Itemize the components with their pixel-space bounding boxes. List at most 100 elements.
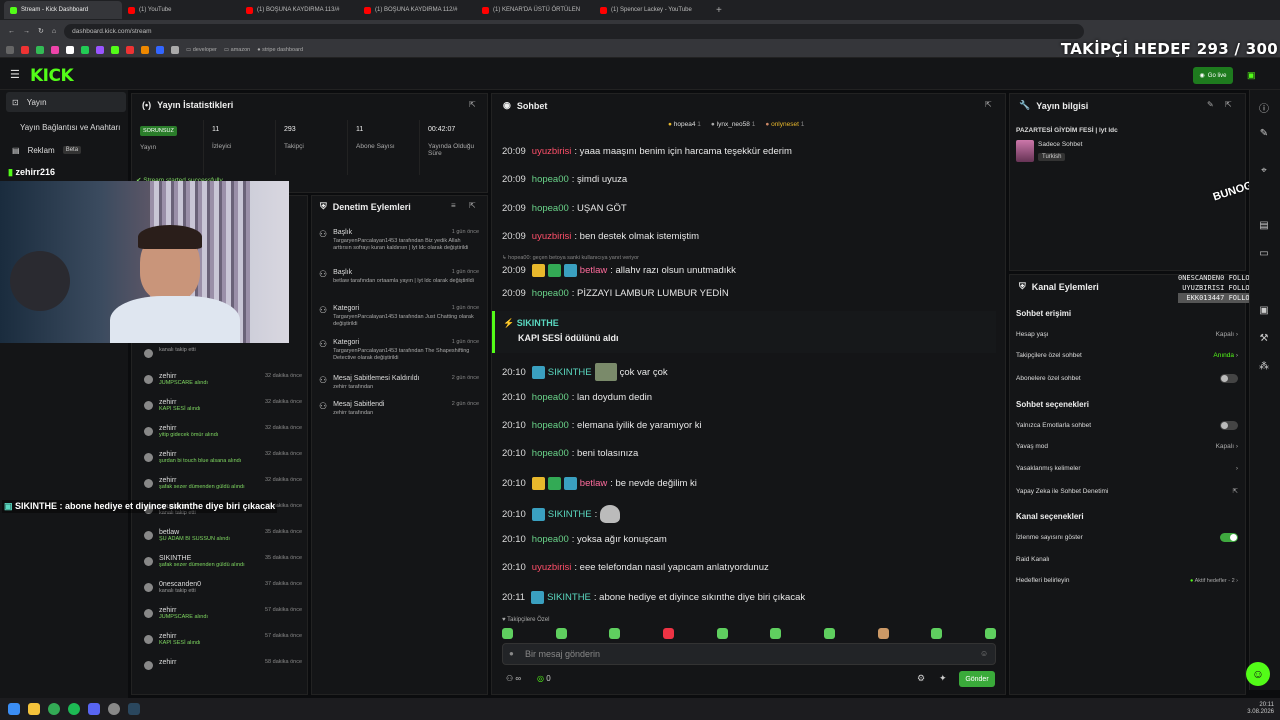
new-tab-icon[interactable]: + <box>716 5 722 16</box>
bookmark-folder-developer[interactable]: ▭ developer <box>186 47 217 53</box>
support-chat-icon[interactable]: ☺ <box>1246 662 1270 686</box>
chat-username[interactable]: hopea00 <box>532 203 569 214</box>
target-icon[interactable]: ⌖ <box>1257 165 1271 179</box>
steam-icon[interactable] <box>128 703 140 715</box>
forward-icon[interactable]: → <box>23 28 30 35</box>
activity-user[interactable]: zehirr <box>159 373 259 380</box>
top-chatter[interactable]: ● lynx_neo58 1 <box>711 121 755 128</box>
emote-icon[interactable] <box>555 628 567 639</box>
chat-username[interactable]: hopea00 <box>532 288 569 299</box>
obs-icon[interactable] <box>108 703 120 715</box>
show-viewers-toggle[interactable] <box>1220 533 1238 542</box>
emote-icon[interactable] <box>931 628 943 639</box>
activity-user[interactable]: zehirr <box>159 659 259 666</box>
go-live-button[interactable]: ◉ Go live <box>1193 67 1233 84</box>
start-icon[interactable] <box>8 703 20 715</box>
lock-icon[interactable]: ▣ <box>1257 305 1271 319</box>
reload-icon[interactable]: ↻ <box>38 27 44 35</box>
home-icon[interactable]: ⌂ <box>52 28 56 35</box>
bookmark-icon[interactable] <box>141 45 149 54</box>
chat-username[interactable]: SIKINTHE <box>548 509 592 520</box>
emote-icon[interactable] <box>877 628 889 639</box>
bookmark-icon[interactable] <box>66 45 74 54</box>
popout-icon[interactable]: ⇱ <box>469 100 476 109</box>
info-icon[interactable]: ⓘ <box>1257 100 1271 115</box>
sidebar-item-stream-key[interactable]: Yayın Bağlantısı ve Anahtarı <box>6 117 126 137</box>
back-icon[interactable]: ← <box>8 28 15 35</box>
emote-icon[interactable] <box>662 628 674 639</box>
activity-user[interactable]: zehirr <box>159 451 259 458</box>
sidebar-item-stream[interactable]: ⊡ Yayın <box>6 92 126 112</box>
bookmark-icon[interactable] <box>21 45 29 54</box>
settings-icon[interactable]: ⚙ <box>917 673 925 684</box>
popout-icon[interactable]: ⇱ <box>1225 100 1232 109</box>
edit-icon[interactable]: ✎ <box>1257 128 1271 142</box>
chat-input[interactable]: Bir mesaj gönderin <box>502 643 996 665</box>
bookmark-icon[interactable] <box>111 45 119 54</box>
tab-youtube[interactable]: (1) YouTube <box>122 1 240 19</box>
account-age-setting[interactable]: Hesap yaşı Kapalı › <box>1016 331 1238 338</box>
tab-youtube-3[interactable]: (1) BOŞUNA KAYDIRMA 112/# <box>358 1 476 19</box>
apps-icon[interactable] <box>6 45 14 54</box>
activity-user[interactable]: zehirr <box>159 399 259 406</box>
emote-icon[interactable] <box>609 628 621 639</box>
banned-words-setting[interactable]: Yasaklanmış kelimeler › <box>1016 465 1238 472</box>
spotify-icon[interactable] <box>68 703 80 715</box>
wrench-icon[interactable]: ⚒ <box>1257 333 1271 347</box>
discord-icon[interactable] <box>88 703 100 715</box>
goals-setting[interactable]: Hedefleri belirleyin ● Aktif hedefler - 2… <box>1016 577 1238 584</box>
dashboard-icon[interactable]: ▣ <box>1247 70 1256 81</box>
chat-username[interactable]: uyuzbirisi <box>532 562 572 573</box>
chat-username[interactable]: betlaw <box>580 265 607 276</box>
emote-icon[interactable] <box>770 628 782 639</box>
tab-youtube-5[interactable]: (1) Spencer Lackey - YouTube <box>594 1 712 19</box>
emoji-picker-icon[interactable]: ☺ <box>980 649 988 658</box>
chat-username[interactable]: betlaw <box>580 478 607 489</box>
nodes-icon[interactable]: ⁂ <box>1257 361 1271 375</box>
url-input[interactable]: dashboard.kick.com/stream <box>64 23 1085 39</box>
note-icon[interactable]: ▤ <box>1257 220 1271 234</box>
activity-user[interactable]: zehirr <box>159 477 259 484</box>
chat-username[interactable]: uyuzbirisi <box>532 146 572 157</box>
chat-username[interactable]: hopea00 <box>532 420 569 431</box>
sidebar-item-ads[interactable]: ▤ Reklam Beta <box>6 140 126 160</box>
edit-icon[interactable]: ✎ <box>1207 100 1214 109</box>
bookmark-folder-amazon[interactable]: ▭ amazon <box>224 47 250 53</box>
popout-icon[interactable]: ⇱ <box>985 100 992 109</box>
subs-chat-toggle[interactable] <box>1220 374 1238 383</box>
bookmark-icon[interactable] <box>36 45 44 54</box>
emote-icon[interactable] <box>502 628 513 639</box>
chat-username[interactable]: hopea00 <box>532 534 569 545</box>
emote-icon[interactable] <box>984 628 996 639</box>
activity-user[interactable]: SIKINTHE <box>159 555 259 562</box>
bookmark-icon[interactable] <box>51 45 59 54</box>
activity-user[interactable]: zehirr <box>159 425 259 432</box>
chrome-icon[interactable] <box>48 703 60 715</box>
bookmark-icon[interactable] <box>171 45 179 54</box>
chat-username[interactable]: hopea00 <box>532 392 569 403</box>
tab-youtube-4[interactable]: (1) KENAR'DA ÜSTÜ ÖRTÜLEN <box>476 1 594 19</box>
top-chatter[interactable]: ● onlyneset 1 <box>765 121 804 128</box>
explorer-icon[interactable] <box>28 703 40 715</box>
activity-user[interactable]: 0nescanden0 <box>159 581 259 588</box>
kick-logo[interactable]: KICK <box>30 66 74 86</box>
bookmark-icon[interactable] <box>81 45 89 54</box>
popout-icon[interactable]: ⇱ <box>469 201 476 210</box>
send-button[interactable]: Gönder <box>959 671 995 687</box>
tab-kick-dashboard[interactable]: Stream - Kick Dashboard <box>4 1 122 19</box>
emote-icon[interactable] <box>823 628 835 639</box>
activity-user[interactable]: zehirr <box>159 607 259 614</box>
chat-username[interactable]: hopea00 <box>532 174 569 185</box>
system-clock[interactable]: 20:11 3.08.2026 <box>1247 702 1280 716</box>
filter-icon[interactable]: ≡ <box>451 201 456 210</box>
bookmark-icon[interactable] <box>126 45 134 54</box>
bookmark-stripe[interactable]: ● stripe dashboard <box>257 47 303 53</box>
followers-chat-setting[interactable]: Takipçilere özel sohbet Anında › <box>1016 352 1238 359</box>
raid-setting[interactable]: Raid Kanalı <box>1016 556 1238 563</box>
top-chatter[interactable]: ● hopea4 1 <box>668 121 701 128</box>
mod-tools-icon[interactable]: ✦ <box>939 673 947 684</box>
chat-icon[interactable]: ▭ <box>1257 248 1271 262</box>
menu-icon[interactable]: ☰ <box>10 68 20 81</box>
tab-youtube-2[interactable]: (1) BOŞUNA KAYDIRMA 113/# <box>240 1 358 19</box>
ai-moderation-setting[interactable]: Yapay Zeka ile Sohbet Denetimi ⇱ <box>1016 487 1238 496</box>
